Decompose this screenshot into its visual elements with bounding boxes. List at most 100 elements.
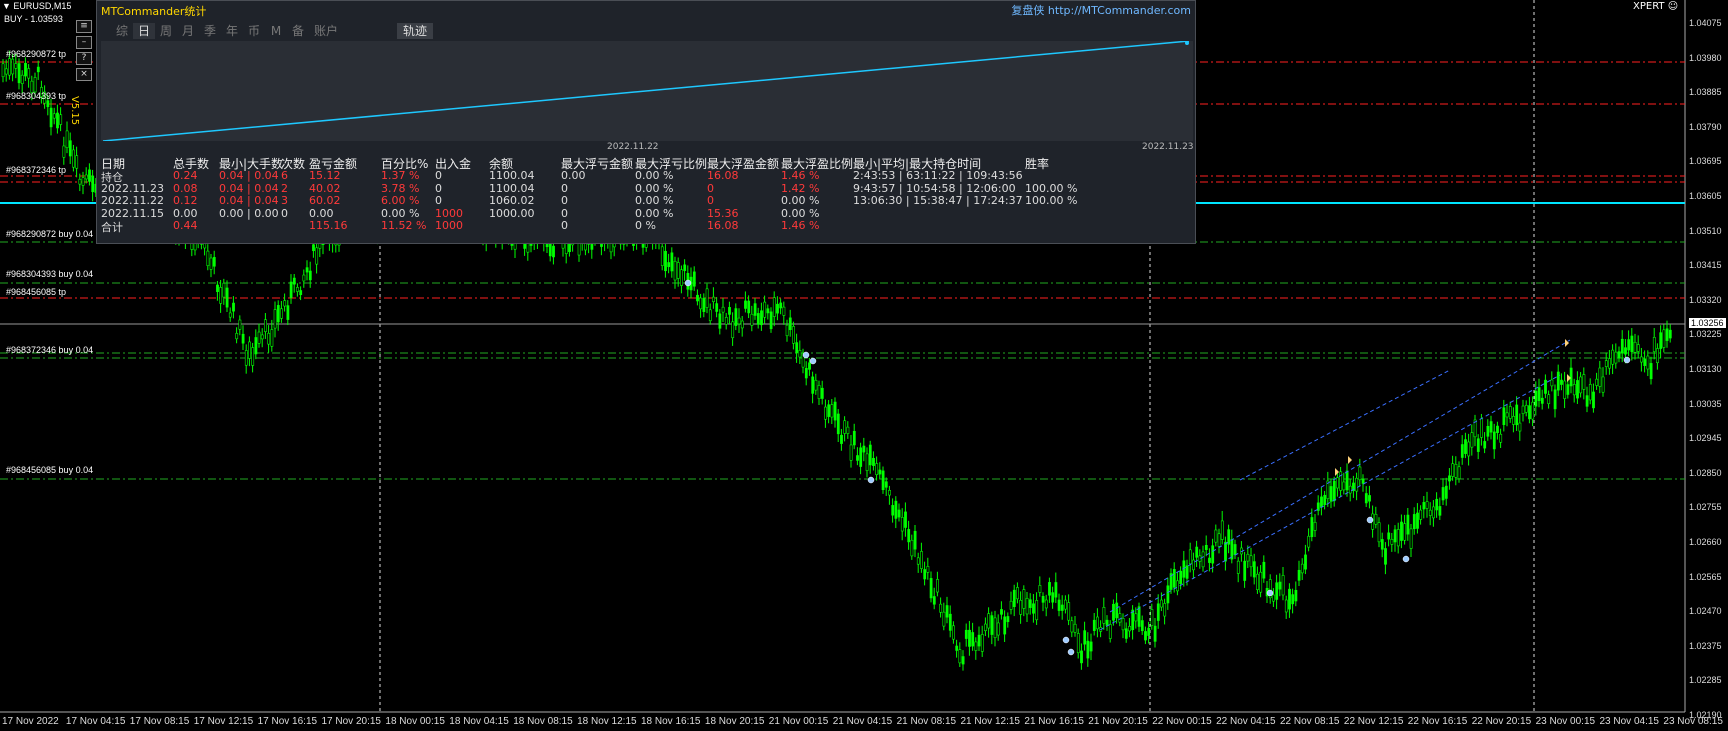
candle-body [724,317,728,325]
candle-body [884,481,888,488]
candle-body [212,257,216,267]
candle-body [1460,444,1464,458]
table-cell: 1.46 % [781,219,820,232]
candle-body [680,269,683,286]
time-axis-label: 22 Nov 00:15 [1152,716,1212,727]
candle-body [910,539,914,557]
track-button[interactable]: 轨迹 [397,23,434,39]
candle-body [65,130,69,148]
candle-body [1630,335,1634,353]
candle-body [283,300,287,307]
candle-body [1179,570,1183,584]
time-axis-label: 18 Nov 12:15 [577,716,637,727]
stats-panel[interactable]: MTCommander统计 复盘侠 http://MTCommander.com… [96,0,1196,244]
candle-body [1419,509,1423,520]
candle-body [1604,360,1608,367]
candle-body [1579,376,1583,394]
close-icon[interactable]: × [76,68,92,81]
tab-4[interactable]: 季 [199,23,221,39]
tab-9[interactable]: 账户 [309,23,343,39]
candle-body [744,300,747,309]
candle-body [1048,582,1051,596]
table-cell: 3 [281,194,288,207]
candle-body [1035,600,1039,621]
candle-body [1300,563,1304,574]
price-axis-label: 1.02470 [1689,606,1722,617]
candle-body [1540,397,1544,404]
candle-body [772,297,776,317]
candle-body [1259,571,1263,593]
candle-body [996,622,1000,636]
candle-body [1563,380,1567,399]
candle-body [1038,585,1042,593]
candle-body [846,426,850,434]
candle-body [1668,329,1672,339]
candle-body [1432,506,1435,519]
panel-brand[interactable]: 复盘侠 http://MTCommander.com [1011,2,1191,18]
candle-body [1406,514,1410,535]
candle-body [1617,351,1621,359]
table-cell: 0 [281,206,288,220]
brand-url[interactable]: http://MTCommander.com [1048,4,1191,17]
candle-body [1073,623,1077,633]
candle-body [1476,438,1480,452]
candle-body [1368,495,1371,502]
table-cell: 100.00 % [1025,194,1078,207]
help-icon[interactable]: ? [76,52,92,65]
candle-body [1470,432,1474,448]
candle-body [1428,509,1432,516]
candle-body [1531,401,1535,420]
candle-body [1595,378,1599,386]
candle-body [987,613,991,629]
minimize-icon[interactable]: – [76,36,92,49]
move-icon[interactable]: ≡ [76,20,92,33]
candle-body [1112,603,1115,621]
version-label: V5.15 [69,96,80,126]
tab-1[interactable]: 日 [133,23,155,39]
price-axis-label: 1.03605 [1689,191,1722,201]
candle-body [296,287,299,292]
time-axis-label: 18 Nov 00:15 [385,716,445,727]
time-axis-label: 23 Nov 04:15 [1599,716,1660,727]
price-axis-label: 1.04075 [1689,18,1722,28]
candle-body [1515,404,1519,426]
candle-body [1272,594,1275,602]
candle-body [1275,582,1279,600]
tab-0[interactable]: 综 [111,23,133,39]
candle-body [1291,594,1295,605]
candle-body [894,500,898,519]
candle-body [961,656,965,665]
candle-body [1534,390,1538,407]
candle-body [209,257,213,270]
candle-body [737,317,741,325]
tab-7[interactable]: M [265,23,287,39]
candle-body [1483,441,1487,449]
panel-side-icons: ≡ – ? × [76,20,94,84]
period-tabs: 综日周月季年币 M 备账户 [111,23,343,39]
candle-body [990,615,994,635]
tab-8[interactable]: 备 [287,23,309,39]
candle-body [552,245,555,258]
candle-body [62,145,66,158]
candle-body [1448,475,1451,482]
table-cell: 0.00 % [635,206,674,220]
candle-body [1547,394,1551,404]
candle-body [1505,412,1509,418]
table-cell: 0 [435,194,442,207]
candle-body [827,404,831,417]
candle-body [1105,619,1109,626]
candle-body [1358,466,1362,481]
tab-6[interactable]: 币 [243,23,265,39]
table-cell: 60.02 [309,194,341,207]
candle-body [952,625,955,640]
tab-5[interactable]: 年 [221,23,243,39]
candle-body [1041,596,1045,603]
tab-2[interactable]: 周 [155,23,177,39]
candle-body [232,302,235,312]
candle-body [216,284,219,292]
tab-3[interactable]: 月 [177,23,199,39]
candle-body [254,337,258,355]
table-cell: 0.12 [173,194,198,207]
candle-body [1496,425,1499,434]
equity-curve [101,40,1193,142]
